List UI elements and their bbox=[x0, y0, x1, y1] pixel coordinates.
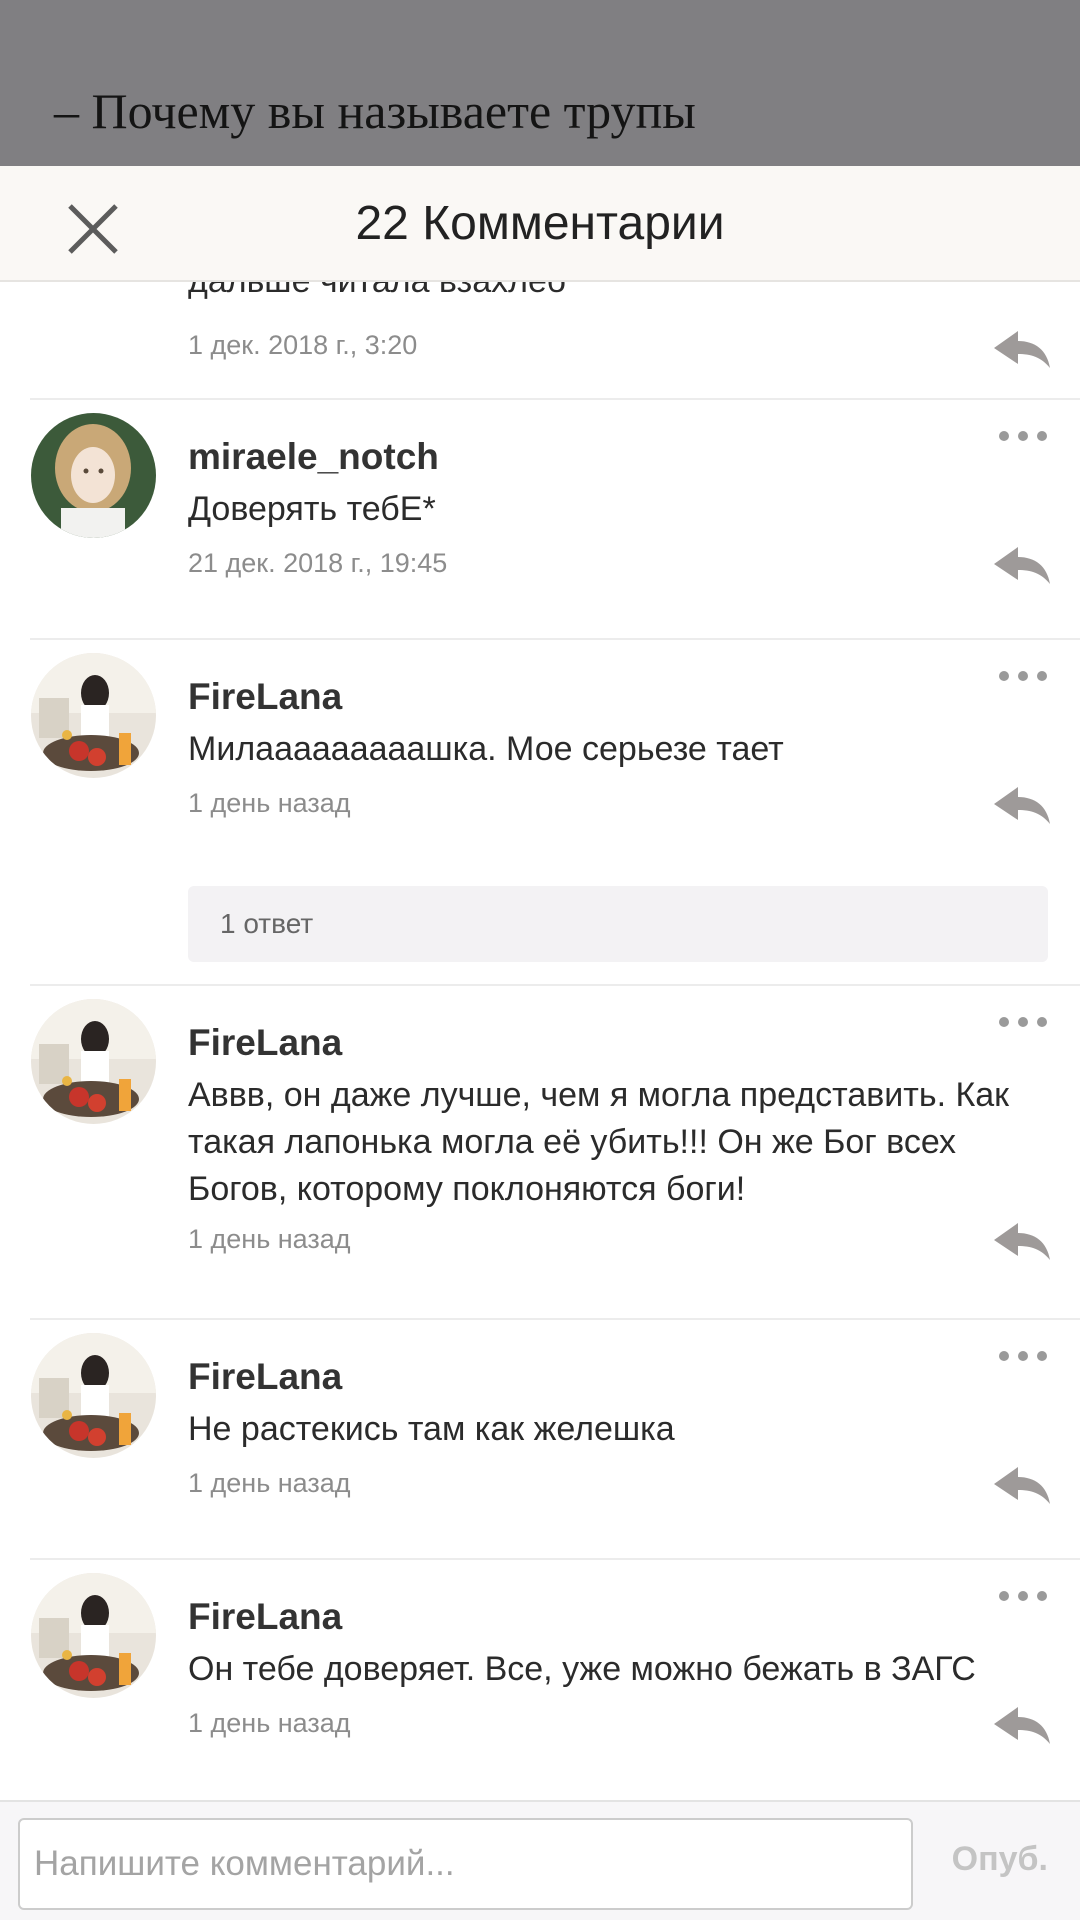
comment-time: 1 дек. 2018 г., 3:20 bbox=[188, 330, 418, 360]
comment-author[interactable]: FireLana bbox=[188, 676, 342, 718]
comment-item: FireLana Аввв, он даже лучше, чем я могл… bbox=[0, 986, 1080, 1316]
comment-time: 1 день назад bbox=[188, 1468, 351, 1498]
avatar[interactable] bbox=[31, 1333, 156, 1458]
story-header: – Почему вы называете трупы bbox=[0, 0, 1080, 166]
comment-author[interactable]: miraele_notch bbox=[188, 436, 439, 478]
more-dots-icon[interactable] bbox=[996, 426, 1050, 446]
comment-input[interactable] bbox=[18, 1818, 913, 1910]
reply-arrow-icon[interactable] bbox=[992, 1220, 1052, 1264]
comment-text: Не растекись там как желешка bbox=[188, 1410, 675, 1448]
story-title: – Почему вы называете трупы bbox=[54, 83, 696, 139]
comment-list[interactable]: дальше читала взахлеб 1 дек. 2018 г., 3:… bbox=[0, 282, 1080, 1800]
comment-item: FireLana Не растекись там как желешка 1 … bbox=[0, 1320, 1080, 1558]
comment-time: 1 день назад bbox=[188, 788, 351, 818]
view-replies-button[interactable]: 1 ответ bbox=[188, 886, 1048, 962]
comment-item: FireLana Милааааааааашка. Мое серьезе та… bbox=[0, 640, 1080, 984]
comment-composer: Опуб. bbox=[0, 1800, 1080, 1920]
comment-time: 1 день назад bbox=[188, 1224, 351, 1254]
comments-header: 22 Комментарии bbox=[0, 166, 1080, 282]
comment-text: Доверять тебЕ* bbox=[188, 490, 436, 528]
more-dots-icon[interactable] bbox=[996, 666, 1050, 686]
publish-button[interactable]: Опуб. bbox=[952, 1840, 1048, 1879]
comment-author[interactable]: FireLana bbox=[188, 1356, 342, 1398]
avatar[interactable] bbox=[31, 999, 156, 1124]
reply-arrow-icon[interactable] bbox=[992, 784, 1052, 828]
comment-time: 1 день назад bbox=[188, 1708, 351, 1738]
reply-arrow-icon[interactable] bbox=[992, 1704, 1052, 1748]
comment-item: FireLana Он тебе доверяет. Все, уже можн… bbox=[0, 1560, 1080, 1800]
avatar[interactable] bbox=[31, 653, 156, 778]
more-dots-icon[interactable] bbox=[996, 1346, 1050, 1366]
more-dots-icon[interactable] bbox=[996, 1012, 1050, 1032]
reply-arrow-icon[interactable] bbox=[992, 544, 1052, 588]
comment-time: 21 дек. 2018 г., 19:45 bbox=[188, 548, 448, 578]
reply-arrow-icon[interactable] bbox=[992, 1464, 1052, 1508]
avatar[interactable] bbox=[31, 413, 156, 538]
more-dots-icon[interactable] bbox=[996, 1586, 1050, 1606]
comments-title: 22 Комментарии bbox=[355, 197, 725, 250]
avatar-photo bbox=[31, 999, 156, 1124]
avatar[interactable] bbox=[31, 1573, 156, 1698]
comment-author[interactable]: FireLana bbox=[188, 1596, 342, 1638]
avatar-photo bbox=[31, 653, 156, 778]
avatar-photo bbox=[31, 1573, 156, 1698]
avatar-photo bbox=[31, 413, 156, 538]
comment-author[interactable]: FireLana bbox=[188, 1022, 342, 1064]
comment-text: Милааааааааашка. Мое серьезе тает bbox=[188, 730, 784, 768]
reply-arrow-icon[interactable] bbox=[992, 328, 1052, 372]
avatar-photo bbox=[31, 1333, 156, 1458]
comment-text: дальше читала взахлеб bbox=[188, 282, 566, 301]
comment-text: Аввв, он даже лучше, чем я могла предста… bbox=[188, 1076, 1010, 1208]
comment-text: Он тебе доверяет. Все, уже можно бежать … bbox=[188, 1650, 976, 1688]
comment-item: miraele_notch Доверять тебЕ* 21 дек. 201… bbox=[0, 400, 1080, 640]
